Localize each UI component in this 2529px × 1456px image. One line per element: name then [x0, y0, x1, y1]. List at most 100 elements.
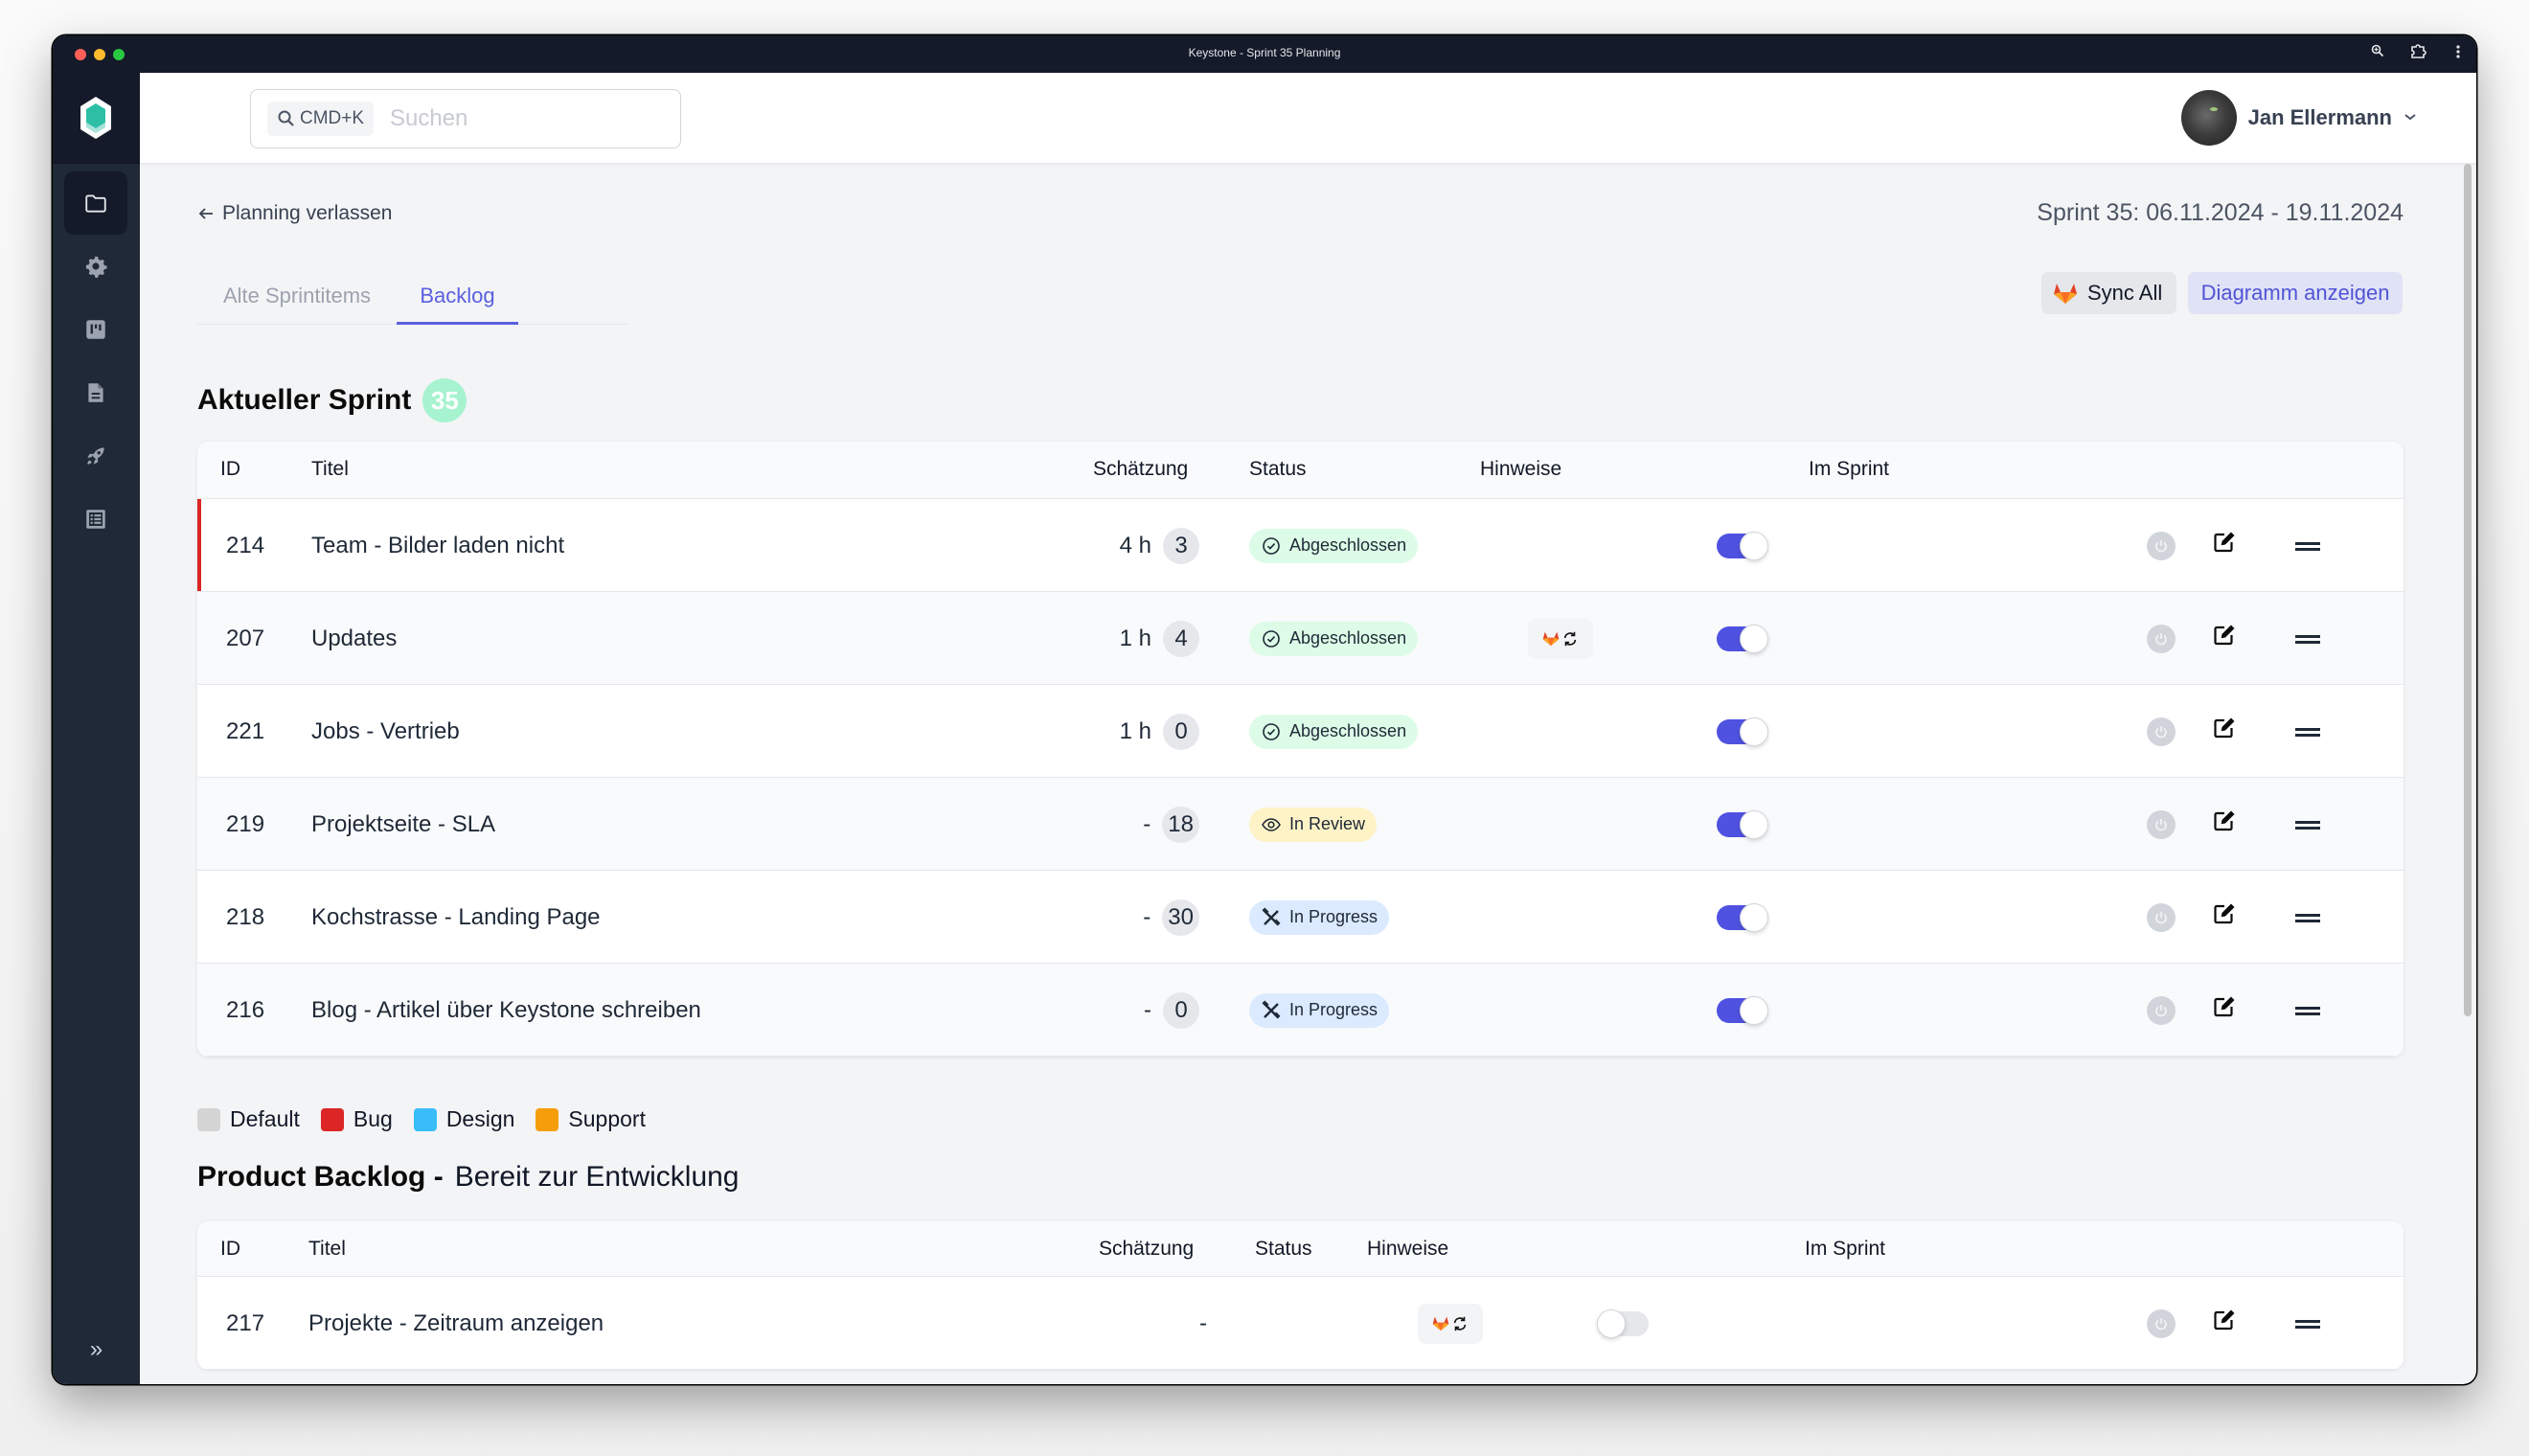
- sidebar-item-releases[interactable]: [64, 424, 127, 488]
- more-menu-icon[interactable]: [2455, 43, 2461, 67]
- deactivate-button[interactable]: [2147, 531, 2176, 560]
- table-row[interactable]: 217 Projekte - Zeitraum anzeigen -: [197, 1277, 2404, 1370]
- deactivate-button[interactable]: [2147, 809, 2176, 839]
- column-header-title[interactable]: Titel: [308, 1238, 346, 1261]
- edit-icon: [2214, 625, 2235, 646]
- deactivate-button[interactable]: [2147, 717, 2176, 746]
- item-id: 216: [226, 996, 265, 1023]
- item-title[interactable]: Updates: [311, 592, 397, 685]
- item-title[interactable]: Projekte - Zeitraum anzeigen: [308, 1277, 604, 1370]
- edit-button[interactable]: [2211, 808, 2238, 841]
- tab-backlog[interactable]: Backlog: [397, 271, 518, 325]
- vertical-scrollbar[interactable]: [2464, 164, 2472, 1016]
- estimate-hours: -: [1199, 1309, 1207, 1336]
- column-header-id[interactable]: ID: [220, 458, 240, 481]
- column-header-status[interactable]: Status: [1249, 458, 1307, 481]
- edit-button[interactable]: [2211, 1307, 2238, 1340]
- gitlab-sync-hint[interactable]: [1528, 618, 1593, 659]
- deactivate-button[interactable]: [2147, 624, 2176, 653]
- chevron-down-icon: [2404, 109, 2417, 126]
- power-icon: [2155, 818, 2167, 830]
- status-badge[interactable]: In Progress: [1249, 899, 1390, 935]
- sidebar-item-documents[interactable]: [64, 361, 127, 424]
- zoom-icon[interactable]: [2371, 43, 2384, 64]
- deactivate-button[interactable]: [2147, 902, 2176, 932]
- column-header-status[interactable]: Status: [1255, 1238, 1312, 1261]
- column-header-hints[interactable]: Hinweise: [1367, 1238, 1448, 1261]
- table-row[interactable]: 221 Jobs - Vertrieb 1 h 0 Abgeschlossen: [197, 685, 2404, 778]
- item-title[interactable]: Projektseite - SLA: [311, 778, 495, 871]
- edit-button[interactable]: [2211, 993, 2238, 1027]
- table-row[interactable]: 216 Blog - Artikel über Keystone schreibe…: [197, 964, 2404, 1057]
- story-points-badge: 30: [1162, 899, 1199, 936]
- status-badge[interactable]: Abgeschlossen: [1249, 528, 1419, 563]
- table-row[interactable]: 207 Updates 1 h 4 Abgeschlossen: [197, 592, 2404, 685]
- legend-swatch: [197, 1107, 220, 1131]
- sidebar-item-board[interactable]: [64, 298, 127, 361]
- item-title[interactable]: Kochstrasse - Landing Page: [311, 871, 601, 964]
- table-row[interactable]: 219 Projektseite - SLA - 18 In Review: [197, 778, 2404, 871]
- status-badge[interactable]: In Progress: [1249, 992, 1390, 1028]
- story-points-badge: 0: [1163, 713, 1199, 750]
- edit-icon: [2214, 810, 2235, 831]
- power-cell: [2147, 964, 2176, 1057]
- in-sprint-toggle[interactable]: [1717, 902, 1768, 932]
- keystone-logo-icon[interactable]: [77, 95, 115, 141]
- drag-handle[interactable]: [2295, 811, 2320, 838]
- extension-icon[interactable]: [2409, 43, 2426, 67]
- item-title[interactable]: Blog - Artikel über Keystone schreiben: [311, 964, 701, 1057]
- drag-handle[interactable]: [2295, 997, 2320, 1024]
- item-title[interactable]: Team - Bilder laden nicht: [311, 499, 564, 592]
- column-header-estimate[interactable]: Schätzung: [1093, 458, 1188, 481]
- in-sprint-toggle[interactable]: [1597, 1308, 1649, 1338]
- status-cell: Abgeschlossen: [1249, 499, 1419, 592]
- logo-area: [53, 73, 140, 164]
- drag-handle[interactable]: [2295, 533, 2320, 559]
- status-badge[interactable]: In Review: [1249, 807, 1378, 842]
- in-sprint-toggle[interactable]: [1717, 809, 1768, 839]
- table-row[interactable]: 214 Team - Bilder laden nicht 4 h 3 Abges…: [197, 499, 2404, 592]
- status-badge[interactable]: Abgeschlossen: [1249, 621, 1419, 656]
- search-input[interactable]: CMD+K Suchen: [250, 89, 681, 148]
- in-sprint-toggle[interactable]: [1717, 624, 1768, 653]
- column-header-in-sprint[interactable]: Im Sprint: [1809, 458, 1889, 481]
- sidebar-item-list[interactable]: [64, 488, 127, 551]
- edit-button[interactable]: [2211, 622, 2238, 655]
- in-sprint-toggle[interactable]: [1717, 717, 1768, 746]
- user-menu[interactable]: Jan Ellermann: [2180, 89, 2417, 147]
- column-header-in-sprint[interactable]: Im Sprint: [1805, 1238, 1885, 1261]
- in-sprint-toggle[interactable]: [1717, 531, 1768, 560]
- drag-handle[interactable]: [2295, 718, 2320, 745]
- leave-planning-link[interactable]: Planning verlassen: [197, 202, 392, 225]
- edit-cell: [2211, 1277, 2238, 1370]
- deactivate-button[interactable]: [2147, 1308, 2176, 1338]
- column-header-id[interactable]: ID: [220, 1238, 240, 1261]
- drag-handle[interactable]: [2295, 626, 2320, 652]
- edit-button[interactable]: [2211, 900, 2238, 934]
- in-sprint-toggle[interactable]: [1717, 995, 1768, 1025]
- legend-item: Support: [535, 1106, 646, 1132]
- tab-old-sprint-items[interactable]: Alte Sprintitems: [197, 271, 397, 325]
- drag-cell: [2295, 685, 2320, 778]
- toggle-knob: [1740, 717, 1768, 746]
- sidebar-item-settings[interactable]: [64, 235, 127, 298]
- column-header-estimate[interactable]: Schätzung: [1099, 1238, 1194, 1261]
- edit-button[interactable]: [2211, 529, 2238, 562]
- edit-button[interactable]: [2211, 715, 2238, 748]
- show-chart-button[interactable]: Diagramm anzeigen: [2188, 272, 2403, 314]
- column-header-title[interactable]: Titel: [311, 458, 349, 481]
- item-id: 221: [226, 717, 265, 744]
- item-id: 218: [226, 903, 265, 930]
- status-badge[interactable]: Abgeschlossen: [1249, 714, 1419, 749]
- column-header-hints[interactable]: Hinweise: [1480, 458, 1561, 481]
- sidebar-item-projects[interactable]: [64, 171, 127, 235]
- deactivate-button[interactable]: [2147, 995, 2176, 1025]
- drag-handle[interactable]: [2295, 904, 2320, 931]
- drag-handle[interactable]: [2295, 1310, 2320, 1337]
- item-title[interactable]: Jobs - Vertrieb: [311, 685, 460, 778]
- estimate-cell: - 0: [1144, 964, 1199, 1057]
- sync-all-button[interactable]: Sync All: [2041, 272, 2176, 314]
- expand-sidebar-button[interactable]: »: [53, 1336, 140, 1363]
- gitlab-sync-hint[interactable]: [1418, 1303, 1483, 1344]
- table-row[interactable]: 218 Kochstrasse - Landing Page - 30 In Pr…: [197, 871, 2404, 964]
